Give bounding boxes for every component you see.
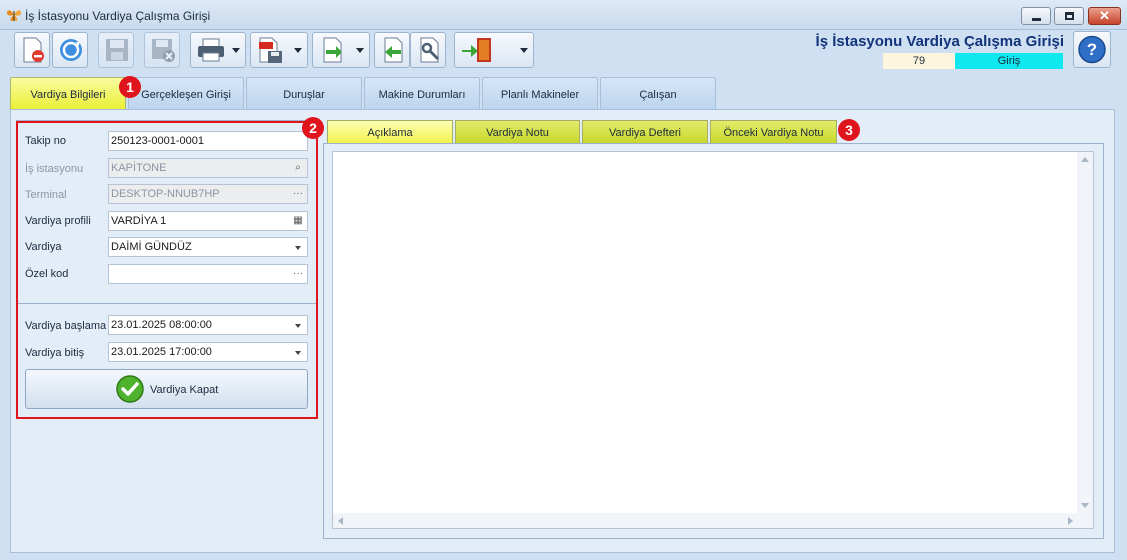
export-dropdown-icon (294, 48, 302, 53)
butterfly-icon (7, 10, 21, 21)
import-button[interactable] (312, 32, 370, 68)
export-pdf-button[interactable] (250, 32, 308, 68)
maximize-button[interactable] (1054, 7, 1084, 25)
save-button[interactable] (98, 32, 134, 68)
import-icon (323, 37, 342, 63)
back-button[interactable] (374, 32, 410, 68)
callout-badge-2: 2 (302, 117, 324, 139)
window-title: İş İstasyonu Vardiya Çalışma Girişi (25, 9, 211, 23)
tab-aciklama[interactable]: Açıklama (327, 120, 453, 145)
close-icon: ✕ (1099, 8, 1110, 23)
pdf-export-icon (259, 37, 282, 63)
refresh-icon (60, 39, 82, 61)
vertical-scrollbar[interactable] (1077, 152, 1093, 513)
delete-record-button[interactable] (144, 32, 180, 68)
tab-planli-makineler[interactable]: Planlı Makineler (482, 77, 598, 109)
mode-indicator: Giriş (955, 53, 1063, 69)
scroll-right-icon[interactable] (1068, 517, 1073, 525)
description-textarea[interactable] (332, 151, 1094, 529)
tools-button[interactable] (410, 32, 446, 68)
import-dropdown-icon (356, 48, 364, 53)
save-icon (106, 39, 128, 61)
callout-badge-3: 3 (838, 119, 860, 141)
tab-vardiya-defteri[interactable]: Vardiya Defteri (582, 120, 708, 144)
refresh-button[interactable] (52, 32, 88, 68)
tab-vardiya-bilgileri[interactable]: Vardiya Bilgileri (10, 77, 126, 110)
tab-gerceklesen-girisi[interactable]: Gerçekleşen Girişi (128, 77, 244, 109)
callout-badge-1: 1 (119, 76, 141, 98)
help-icon: ? (1078, 35, 1106, 64)
tools-icon (420, 37, 440, 63)
title-bar: İş İstasyonu Vardiya Çalışma Girişi ✕ (0, 0, 1127, 30)
exit-door-icon (462, 38, 491, 62)
page-title: İş İstasyonu Vardiya Çalışma Girişi (815, 33, 1064, 50)
svg-text:?: ? (1087, 40, 1097, 59)
tab-vardiya-notu[interactable]: Vardiya Notu (455, 120, 580, 144)
close-button[interactable]: ✕ (1088, 7, 1121, 25)
minimize-icon (1032, 18, 1041, 21)
exit-dropdown-icon (520, 48, 528, 53)
record-counter: 79 (883, 53, 955, 69)
exit-button[interactable] (454, 32, 534, 68)
print-button[interactable] (190, 32, 246, 68)
callout-frame (16, 121, 318, 419)
scroll-up-icon[interactable] (1081, 157, 1089, 162)
printer-icon (198, 38, 224, 62)
maximize-icon (1065, 12, 1074, 20)
delete-save-icon (152, 39, 175, 62)
scroll-left-icon[interactable] (338, 517, 343, 525)
tab-makine-durumlari[interactable]: Makine Durumları (364, 77, 480, 109)
new-document-icon (23, 37, 44, 63)
tab-duruslar[interactable]: Duruşlar (246, 77, 362, 109)
horizontal-scrollbar[interactable] (333, 513, 1077, 528)
tab-calisan[interactable]: Çalışan (600, 77, 716, 109)
help-button[interactable]: ? (1073, 31, 1111, 68)
scrollbar-corner (1077, 513, 1093, 528)
tab-onceki-vardiya-notu[interactable]: Önceki Vardiya Notu (710, 120, 837, 144)
minimize-button[interactable] (1021, 7, 1051, 25)
print-dropdown-icon (232, 48, 240, 53)
scroll-down-icon[interactable] (1081, 503, 1089, 508)
new-button[interactable] (14, 32, 50, 68)
back-icon (384, 37, 403, 63)
